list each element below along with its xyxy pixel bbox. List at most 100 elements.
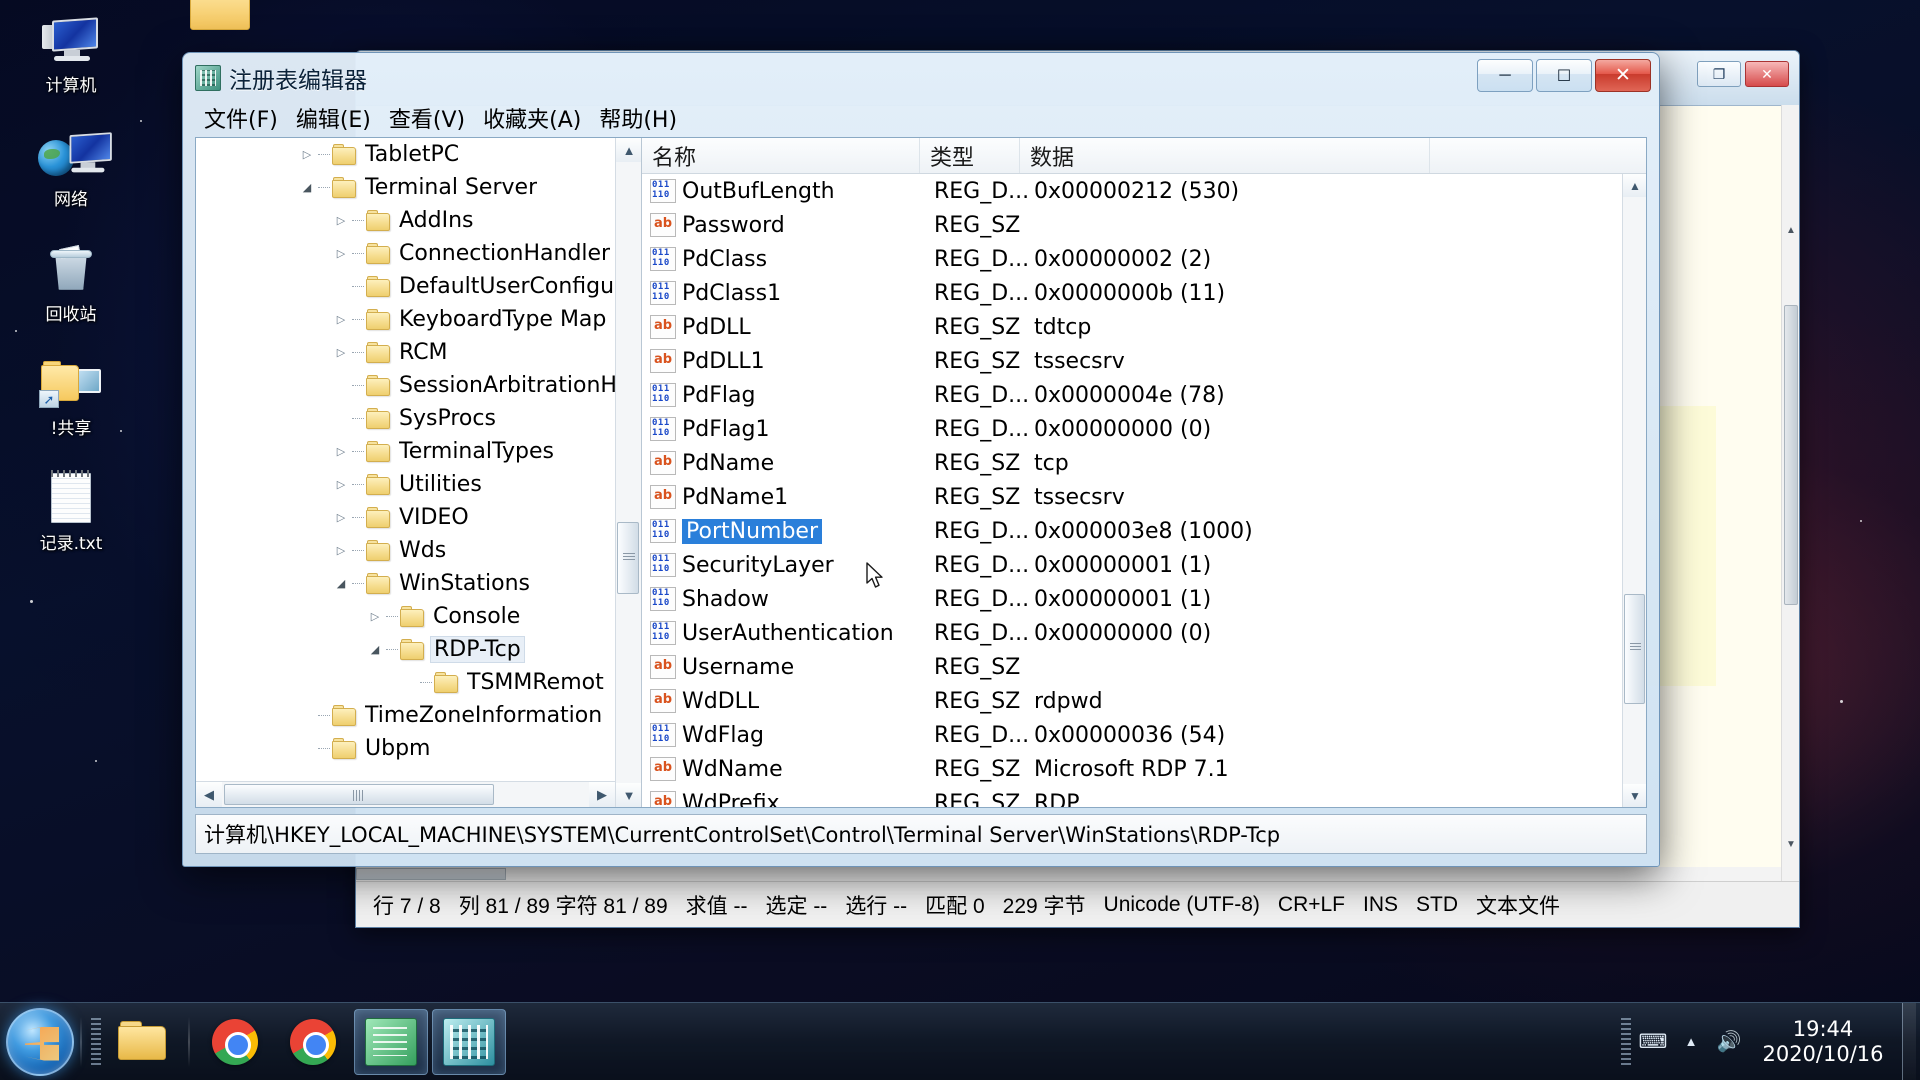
desktop-icon-text-file[interactable]: 记录.txt: [10, 466, 132, 554]
taskbar-item-chrome-1[interactable]: [198, 1009, 272, 1075]
tree-node[interactable]: ◢ RDP-Tcp: [196, 633, 615, 666]
values-scroll-thumb[interactable]: [1624, 594, 1645, 704]
editor-hscroll-thumb[interactable]: [356, 868, 506, 880]
taskbar-item-chrome-2[interactable]: [276, 1009, 350, 1075]
tree-scroll-thumb[interactable]: [617, 522, 639, 594]
registry-values-pane[interactable]: 名称 类型 数据 OutBufLengthREG_D...0x00000212 …: [642, 138, 1646, 807]
registry-titlebar[interactable]: 注册表编辑器 ─ ☐ ✕: [187, 57, 1655, 99]
scroll-up-icon[interactable]: ▲: [1623, 174, 1646, 197]
tree-node[interactable]: ▷ TabletPC: [196, 138, 615, 171]
column-header-name[interactable]: 名称: [642, 138, 920, 173]
tree-node[interactable]: SessionArbitrationH: [196, 369, 615, 402]
editor-horizontal-scrollbar[interactable]: [356, 867, 1781, 881]
editor-restore-button[interactable]: ❐: [1697, 61, 1741, 87]
tree-vertical-scrollbar[interactable]: ▲ ▼: [615, 138, 641, 807]
taskbar-item-file-explorer[interactable]: [106, 1009, 180, 1075]
value-row[interactable]: PortNumber REG_D...0x000003e8 (1000): [642, 514, 1622, 548]
registry-tree[interactable]: ▷ TabletPC ◢ Terminal Server ▷ AddIns ▷ Connect…: [196, 138, 615, 781]
value-row[interactable]: PdDLL REG_SZ tdtcp: [642, 310, 1622, 344]
tree-node[interactable]: ▷ Utilities: [196, 468, 615, 501]
tree-hscroll-thumb[interactable]: [224, 784, 494, 805]
desktop-icon-computer[interactable]: 计算机: [10, 8, 132, 96]
value-row[interactable]: Password REG_SZ: [642, 208, 1622, 242]
tree-horizontal-scrollbar[interactable]: ◀ ▶: [196, 781, 615, 807]
scroll-down-icon[interactable]: ▼: [1785, 839, 1797, 851]
scroll-left-icon[interactable]: ◀: [196, 782, 222, 807]
clock[interactable]: 19:44 2020/10/16: [1748, 1017, 1898, 1067]
menu-item-edit[interactable]: 编辑(E): [289, 100, 378, 136]
chevron-right-icon[interactable]: ▷: [332, 344, 350, 362]
value-row[interactable]: WdPrefix REG_SZ RDP: [642, 786, 1622, 807]
value-row[interactable]: OutBufLength REG_D...0x00000212 (530): [642, 174, 1622, 208]
tree-node[interactable]: TimeZoneInformation: [196, 699, 615, 732]
value-row[interactable]: PdDLL1 REG_SZ tssecsrv: [642, 344, 1622, 378]
chevron-right-icon[interactable]: ▷: [332, 542, 350, 560]
chevron-right-icon[interactable]: ▷: [332, 443, 350, 461]
value-row[interactable]: UserAuthentication REG_D...0x00000000 (0): [642, 616, 1622, 650]
tree-node[interactable]: ▷ VIDEO: [196, 501, 615, 534]
menu-item-favorites[interactable]: 收藏夹(A): [476, 100, 588, 136]
tree-node[interactable]: ▷ ConnectionHandler: [196, 237, 615, 270]
tree-node[interactable]: ▷ Wds: [196, 534, 615, 567]
tree-node[interactable]: TSMMRemot: [196, 666, 615, 699]
chevron-right-icon[interactable]: ▷: [366, 608, 384, 626]
chevron-right-icon[interactable]: ▷: [332, 311, 350, 329]
tree-node[interactable]: ▷ KeyboardType Map: [196, 303, 615, 336]
tree-node[interactable]: ◢ Terminal Server: [196, 171, 615, 204]
chevron-down-icon[interactable]: ◢: [366, 641, 384, 659]
value-row[interactable]: PdFlag REG_D...0x0000004e (78): [642, 378, 1622, 412]
keyboard-icon[interactable]: ⌨: [1634, 1023, 1672, 1061]
value-row[interactable]: WdFlag REG_D...0x00000036 (54): [642, 718, 1622, 752]
editor-vertical-scrollbar[interactable]: ▲ ▼: [1781, 105, 1799, 881]
column-header-type[interactable]: 类型: [920, 138, 1020, 173]
close-button[interactable]: ✕: [1595, 59, 1651, 92]
value-row[interactable]: WdDLL REG_SZ rdpwd: [642, 684, 1622, 718]
chevron-right-icon[interactable]: ▷: [298, 146, 316, 164]
tree-node[interactable]: ▷ TerminalTypes: [196, 435, 615, 468]
desktop-icon-network[interactable]: 网络: [10, 122, 132, 210]
show-desktop-button[interactable]: [1902, 1003, 1916, 1080]
scroll-right-icon[interactable]: ▶: [589, 782, 615, 807]
tree-node[interactable]: Ubpm: [196, 732, 615, 765]
taskbar-item-notepad-plus-plus[interactable]: [354, 1008, 428, 1075]
scroll-up-icon[interactable]: ▲: [1785, 225, 1797, 237]
desktop-icon-shared[interactable]: ➚ !共享: [10, 351, 132, 439]
value-row[interactable]: Shadow REG_D...0x00000001 (1): [642, 582, 1622, 616]
value-row[interactable]: PdClass REG_D...0x00000002 (2): [642, 242, 1622, 276]
chevron-right-icon[interactable]: ▷: [332, 245, 350, 263]
registry-editor-window[interactable]: 注册表编辑器 ─ ☐ ✕ 文件(F) 编辑(E) 查看(V) 收藏夹(A) 帮助…: [182, 52, 1660, 867]
menu-item-file[interactable]: 文件(F): [197, 100, 285, 136]
chevron-down-icon[interactable]: ◢: [332, 575, 350, 593]
editor-scroll-thumb[interactable]: [1784, 305, 1798, 605]
value-row[interactable]: PdClass1 REG_D...0x0000000b (11): [642, 276, 1622, 310]
value-row[interactable]: PdFlag1 REG_D...0x00000000 (0): [642, 412, 1622, 446]
tree-node[interactable]: ▷ RCM: [196, 336, 615, 369]
column-header-data[interactable]: 数据: [1020, 138, 1430, 173]
registry-tree-pane[interactable]: ▷ TabletPC ◢ Terminal Server ▷ AddIns ▷ Connect…: [196, 138, 642, 807]
values-vertical-scrollbar[interactable]: ▲ ▼: [1622, 174, 1646, 807]
tree-node[interactable]: ▷ AddIns: [196, 204, 615, 237]
tree-node[interactable]: DefaultUserConfigu: [196, 270, 615, 303]
tray-grip-handle[interactable]: [1621, 1017, 1631, 1066]
values-list[interactable]: OutBufLengthREG_D...0x00000212 (530)Pass…: [642, 174, 1622, 807]
scroll-up-icon[interactable]: ▲: [616, 138, 641, 162]
show-hidden-icons-icon[interactable]: ▲: [1672, 1023, 1710, 1061]
chevron-down-icon[interactable]: ◢: [298, 179, 316, 197]
value-row[interactable]: SecurityLayer REG_D...0x00000001 (1): [642, 548, 1622, 582]
volume-icon[interactable]: 🔊: [1710, 1023, 1748, 1061]
scroll-down-icon[interactable]: ▼: [1623, 784, 1646, 807]
scroll-down-icon[interactable]: ▼: [616, 783, 641, 807]
taskbar-item-registry-editor[interactable]: [432, 1008, 506, 1075]
value-row[interactable]: PdName REG_SZ tcp: [642, 446, 1622, 480]
editor-close-button[interactable]: ✕: [1745, 61, 1789, 87]
tree-node[interactable]: ▷ Console: [196, 600, 615, 633]
menu-item-help[interactable]: 帮助(H): [592, 100, 684, 136]
desktop-icon-recycle-bin[interactable]: 回收站: [10, 237, 132, 325]
taskbar-grip-handle[interactable]: [91, 1017, 101, 1066]
menu-item-view[interactable]: 查看(V): [382, 100, 472, 136]
value-row[interactable]: Username REG_SZ: [642, 650, 1622, 684]
chevron-right-icon[interactable]: ▷: [332, 476, 350, 494]
chevron-right-icon[interactable]: ▷: [332, 212, 350, 230]
maximize-button[interactable]: ☐: [1536, 59, 1592, 92]
tree-node[interactable]: ◢ WinStations: [196, 567, 615, 600]
